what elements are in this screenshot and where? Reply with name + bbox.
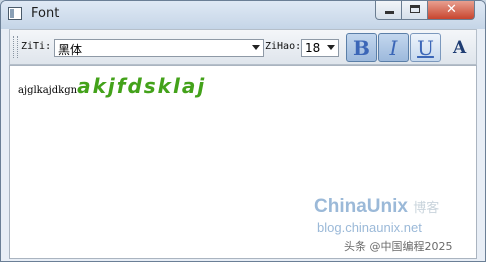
watermark-brand-name: ChinaUnix (314, 196, 408, 217)
minimize-icon (385, 11, 394, 14)
close-icon: ✕ (446, 2, 457, 17)
font-family-select[interactable]: 黑体 (54, 39, 264, 57)
toolbar-grip-handle[interactable] (13, 36, 18, 58)
editor-text-formatted: akjfdsklaj (77, 74, 207, 98)
underline-icon: U (417, 36, 434, 60)
watermark-brand-cn: 博客 (413, 200, 440, 215)
app-window-icon (8, 7, 22, 20)
chevron-down-icon (252, 45, 260, 50)
close-button[interactable]: ✕ (427, 1, 475, 20)
underline-button[interactable]: U (410, 33, 441, 62)
font-size-value: 18 (305, 41, 321, 55)
watermark-url: blog.chinaunix.net (317, 220, 422, 235)
minimize-button[interactable] (375, 1, 402, 20)
editor-text-plain: ajglkajdkgn (18, 85, 78, 96)
italic-icon: I (389, 36, 398, 60)
text-editor[interactable]: ajglkajdkgnakjfdsklaj ChinaUnix 博客 blog.… (9, 65, 477, 259)
maximize-button[interactable] (401, 1, 428, 20)
maximize-icon (410, 5, 420, 13)
title-bar[interactable]: Font ✕ (1, 1, 485, 29)
font-size-label: ZiHao: (265, 41, 302, 52)
window-title: Font (31, 6, 60, 21)
font-family-label: ZiTi: (21, 41, 52, 52)
format-toolbar: ZiTi: 黑体 ZiHao: 18 B I U A (9, 29, 477, 65)
chevron-down-icon (327, 45, 335, 50)
watermark-credit: 头条 @中国编程2025 (344, 240, 453, 253)
bold-button[interactable]: B (346, 33, 377, 62)
font-size-select[interactable]: 18 (301, 39, 339, 57)
text-color-button[interactable]: A (453, 38, 466, 58)
font-family-value: 黑体 (58, 43, 83, 57)
bold-icon: B (353, 36, 370, 60)
font-window: Font ✕ ZiTi: 黑体 ZiHao: 18 B I U A ajglka… (0, 0, 486, 262)
italic-button[interactable]: I (378, 33, 409, 62)
editor-text-line: ajglkajdkgnakjfdsklaj (18, 74, 206, 98)
watermark-brand: ChinaUnix 博客 (314, 196, 439, 218)
